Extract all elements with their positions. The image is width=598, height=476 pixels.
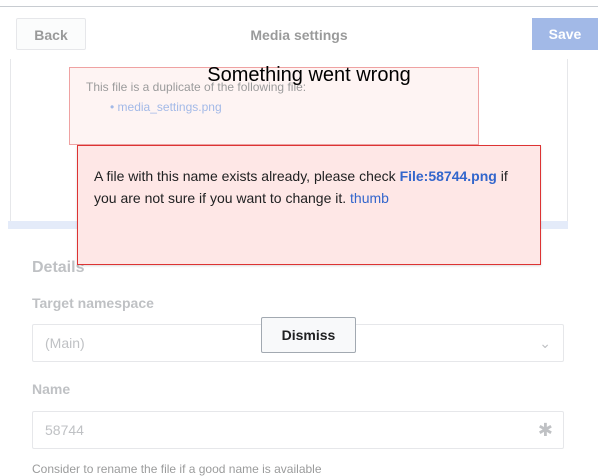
name-label: Name	[32, 381, 71, 397]
name-value: 58744	[45, 422, 84, 438]
dismiss-button[interactable]: Dismiss	[261, 317, 356, 353]
dialog-title: Media settings	[250, 27, 348, 43]
duplicate-file-link[interactable]: • media_settings.png	[110, 100, 222, 114]
bottom-hint: Consider to rename the file if a good na…	[32, 462, 322, 476]
error-message: A file with this name exists already, pl…	[94, 165, 530, 209]
dialog-header: Back Media settings Save	[0, 7, 598, 61]
namespace-label: Target namespace	[32, 295, 154, 311]
chevron-down-icon: ⌄	[539, 335, 551, 351]
required-asterisk-icon: ✱	[537, 420, 553, 440]
error-message-box: A file with this name exists already, pl…	[77, 145, 541, 265]
thumb-link[interactable]: thumb	[350, 190, 389, 206]
name-input[interactable]: 58744 ✱	[32, 411, 564, 449]
error-title: Something went wrong	[207, 64, 411, 86]
file-link[interactable]: File:58744.png	[400, 168, 497, 184]
error-text-before: A file with this name exists already, pl…	[94, 168, 396, 184]
namespace-value: (Main)	[45, 335, 85, 351]
save-button[interactable]: Save	[532, 18, 598, 50]
